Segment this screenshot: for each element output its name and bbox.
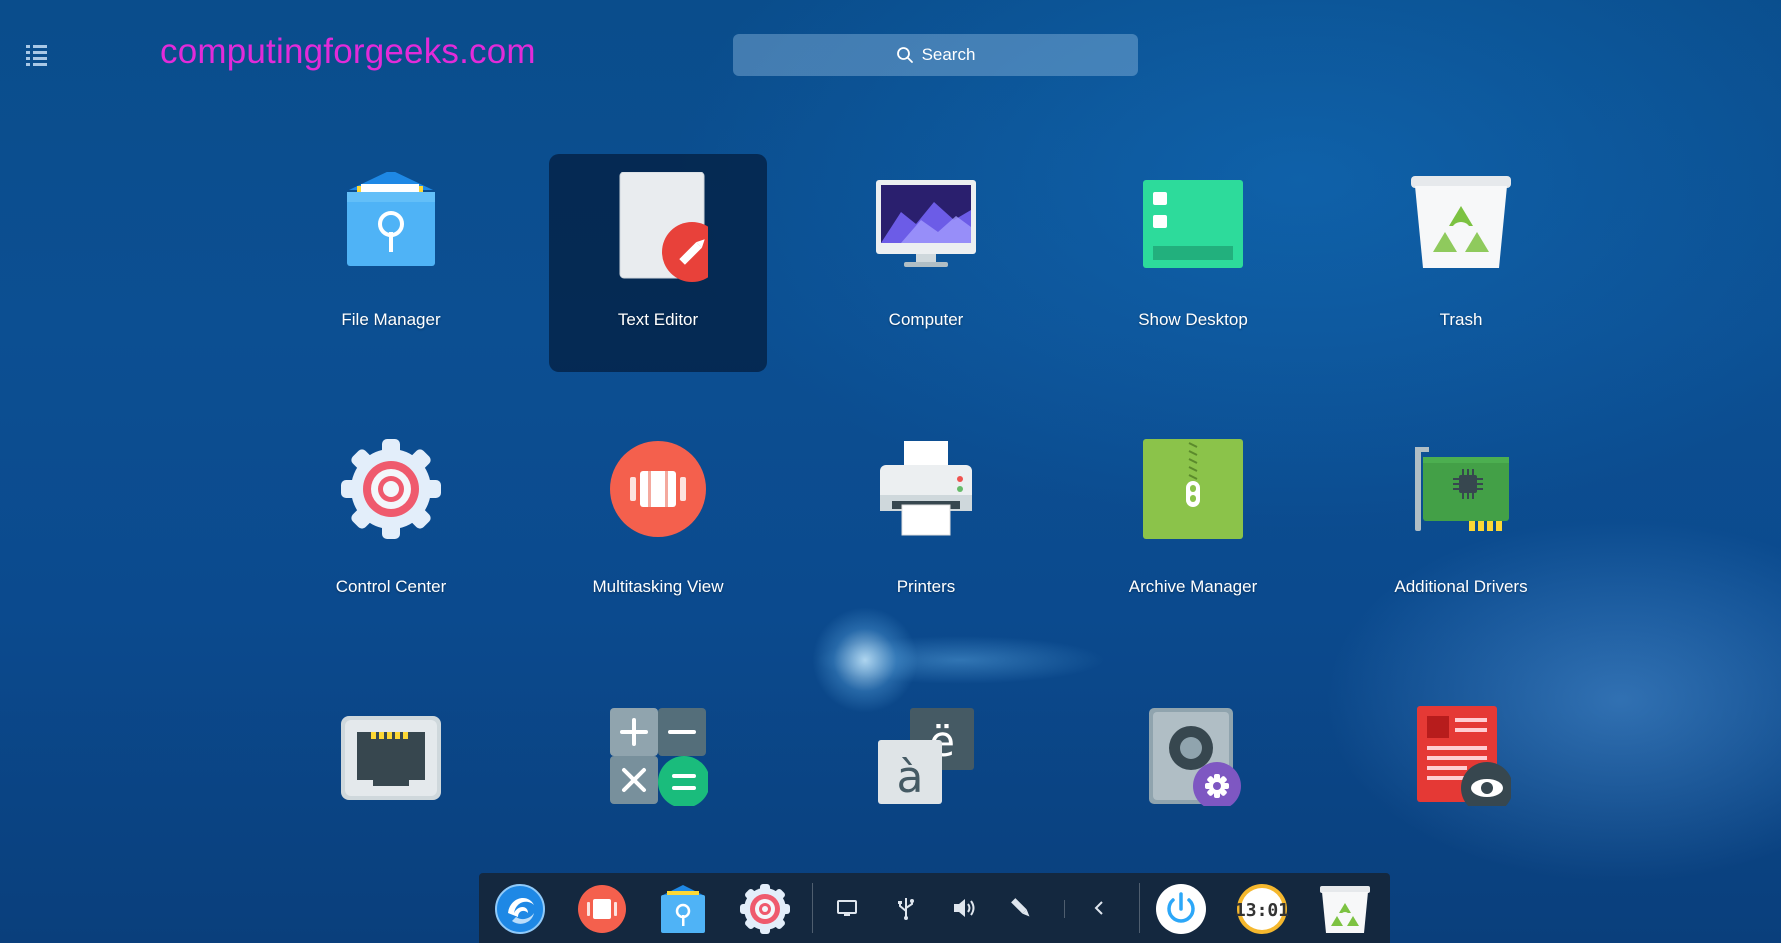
dock: 13:01 [479, 873, 1390, 943]
app-grid: File Manager Text Editor Computer Show D… [0, 0, 1781, 943]
network-port-icon [341, 706, 441, 806]
app-label: Show Desktop [1138, 310, 1248, 329]
volume-icon[interactable] [949, 893, 979, 923]
dock-multitasking-icon[interactable] [576, 883, 628, 935]
app-label: File Manager [341, 310, 441, 329]
app-label: Text Editor [617, 310, 699, 329]
app-label: Trash [1439, 310, 1483, 329]
usb-icon[interactable] [891, 893, 921, 923]
app-trash[interactable]: Trash [1352, 154, 1570, 372]
app-label: Control Center [335, 577, 447, 596]
app-printers[interactable]: Printers [817, 421, 1035, 639]
dock-gear-icon[interactable] [739, 883, 791, 935]
folder-icon [341, 172, 441, 272]
monitor-icon [876, 172, 976, 272]
document-viewer-icon [1411, 706, 1511, 806]
app-label: Multitasking View [592, 577, 724, 596]
dock-trash-icon[interactable] [1319, 883, 1371, 935]
multitasking-icon [608, 439, 708, 539]
text-editor-icon [608, 172, 708, 282]
pen-icon[interactable] [1006, 893, 1036, 923]
calculator-icon [608, 706, 708, 806]
tray-separator [1064, 900, 1065, 918]
power-icon[interactable] [1155, 883, 1207, 935]
app-control-center[interactable]: Control Center [282, 421, 500, 639]
clock-icon[interactable]: 13:01 [1236, 883, 1288, 935]
app-archive-manager[interactable]: Archive Manager [1084, 421, 1302, 639]
dock-folder-icon[interactable] [657, 883, 709, 935]
disk-settings-icon [1143, 706, 1243, 806]
archive-icon [1143, 439, 1243, 539]
dock-separator [1139, 883, 1140, 933]
app-additional-drivers[interactable]: Additional Drivers [1352, 421, 1570, 639]
app-text-editor[interactable]: Text Editor [549, 154, 767, 372]
driver-card-icon [1411, 439, 1511, 539]
dock-separator [812, 883, 813, 933]
app-computer[interactable]: Computer [817, 154, 1035, 372]
gear-icon [341, 439, 441, 539]
app-file-manager[interactable]: File Manager [282, 154, 500, 372]
clock-text: 13:01 [1236, 900, 1288, 921]
deepin-launcher-icon[interactable] [494, 883, 546, 935]
app-label: Computer [888, 310, 964, 329]
app-label: Additional Drivers [1394, 577, 1528, 596]
font-icon: ë à [876, 706, 976, 806]
show-desktop-icon [1143, 172, 1243, 272]
trash-icon [1411, 172, 1511, 272]
svg-text:à: à [897, 752, 924, 803]
chevron-left-icon[interactable] [1084, 893, 1114, 923]
app-network[interactable] [282, 688, 500, 906]
app-multitasking-view[interactable]: Multitasking View [549, 421, 767, 639]
printer-icon [876, 439, 976, 539]
app-label: Archive Manager [1128, 577, 1258, 596]
monitor-tray-icon[interactable] [832, 893, 862, 923]
app-show-desktop[interactable]: Show Desktop [1084, 154, 1302, 372]
app-label: Printers [896, 577, 956, 596]
